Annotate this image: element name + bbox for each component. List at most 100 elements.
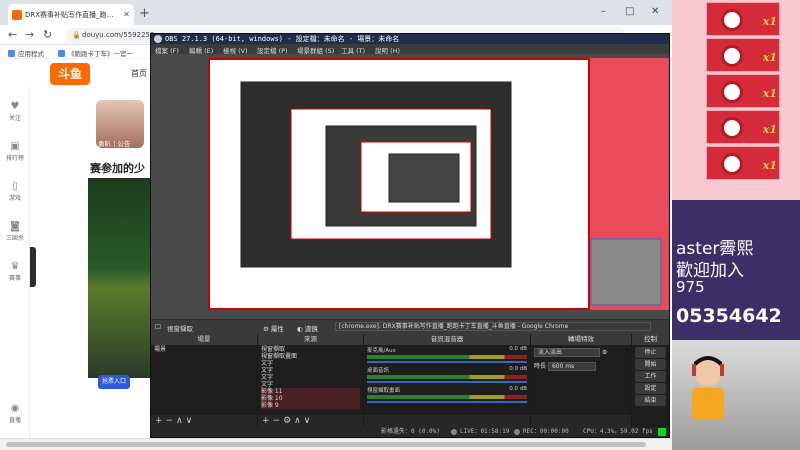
gamepad-icon: ◙: [10, 221, 20, 232]
volume-slider[interactable]: [367, 361, 527, 363]
window-select[interactable]: [chrome.exe]: DRX赛事补贴写作直播_跑跑卡丁车直播_斗鱼直播 -…: [335, 322, 651, 331]
gift-badge: x1: [706, 74, 780, 108]
sidebar-item-follow[interactable]: ♥ 关注: [0, 101, 30, 122]
duration-input[interactable]: 600 ms: [547, 362, 596, 371]
horizontal-scrollbar[interactable]: [0, 438, 672, 450]
address-text: douyu.com/5592259: [82, 31, 155, 39]
volume-slider[interactable]: [367, 381, 527, 383]
source-item[interactable]: 文字: [261, 367, 360, 374]
douyu-logo[interactable]: 斗鱼: [50, 63, 90, 85]
mixer-channel-name: 視窗擷取畫面: [367, 388, 401, 394]
maximize-button[interactable]: □: [625, 6, 634, 17]
sidebar-item-games[interactable]: ▯ 游戏: [0, 181, 30, 202]
properties-button[interactable]: ⚙ 屬性: [263, 323, 284, 333]
source-item[interactable]: 文字: [261, 360, 360, 367]
streamer-name: 勇叭 | 公告: [98, 140, 131, 148]
tab-title: DRX赛事补贴写作直播_跑跑卡丁车直播_斗鱼直播: [25, 10, 121, 19]
transitions-dock: 轉場特效 淡入淡出 ⚙ 時長 600 ms: [531, 334, 632, 427]
gift-heart-icon: [721, 81, 743, 103]
minimize-button[interactable]: –: [601, 6, 606, 17]
gift-count: x1: [762, 51, 777, 64]
controls-dock: 控制 停止 開始 工作 設定 結束: [632, 334, 669, 427]
control-button[interactable]: 結束: [635, 395, 666, 406]
source-item[interactable]: 影像 9: [261, 402, 360, 409]
bookmark-kart[interactable]: 《跑跑卡丁车》一官一: [58, 48, 133, 58]
gift-stack: x1 x1 x1 x1 x1: [672, 0, 800, 200]
cpu-fps: CPU：4.3%，59.02 fps: [583, 428, 653, 435]
scenes-dock-title: 場景: [151, 334, 257, 345]
control-button[interactable]: 停止: [635, 347, 666, 358]
obs-title: OBS 27.1.3 (64-bit, windows) - 設定檔：未命名 -…: [165, 35, 400, 43]
source-item[interactable]: 視窗擷取: [261, 346, 360, 353]
phone-icon: ▯: [12, 181, 18, 192]
sources-dock-controls[interactable]: +−⚙∧∨: [258, 415, 363, 427]
sidebar-collapse-handle[interactable]: [30, 247, 36, 287]
mixer-channel-db: 0.0 dB: [509, 346, 527, 352]
gift-badge: x1: [706, 146, 780, 180]
obs-menubar: 檔案 (F) 編輯 (E) 檢視 (V) 設定檔 (P) 場景群組 (S) 工具…: [151, 44, 669, 55]
source-item[interactable]: 文字: [261, 374, 360, 381]
reload-icon[interactable]: ↻: [43, 28, 52, 41]
sources-dock-title: 來源: [258, 334, 363, 345]
gift-count: x1: [762, 15, 777, 28]
volume-slider[interactable]: [367, 401, 527, 403]
transition-select[interactable]: 淡入淡出: [534, 348, 600, 357]
source-item[interactable]: 文字: [261, 381, 360, 388]
sources-dock: 來源 視窗擷取 視窗擷取畫面 文字 文字 文字 文字 影像 11 影像 10 影像 9 +−⚙∧…: [258, 334, 364, 427]
douyu-favicon-icon: [12, 9, 22, 20]
forward-icon[interactable]: →: [25, 28, 34, 41]
sidebar-item-events[interactable]: ♛ 赛事: [0, 261, 30, 282]
sidebar-item-sanguosha[interactable]: ◙ 三国杀: [0, 221, 30, 242]
volume-meter: [367, 395, 527, 399]
sidebar-item-ranking[interactable]: ▣ 排行榜: [0, 141, 30, 162]
nested-webcam-source[interactable]: [590, 238, 662, 306]
cup-icon: ♛: [10, 261, 20, 272]
mixer-channel: 視窗擷取畫面 0.0 dB: [367, 386, 527, 403]
douyu-home-link[interactable]: 首页: [131, 68, 147, 79]
gift-count: x1: [762, 159, 777, 172]
transitions-dock-title: 轉場特效: [531, 334, 631, 345]
stream-player[interactable]: [88, 178, 150, 378]
live-indicator-icon: [451, 429, 457, 435]
mixer-dock-title: 音訊混音器: [364, 334, 530, 345]
control-button[interactable]: 工作: [635, 371, 666, 382]
obs-docks: 場景 場景 +−∧∨ 來源 視窗擷取 視窗擷取畫面 文字 文字 文字 文字 影像 11 影像 …: [151, 334, 669, 427]
douyu-sidebar: ♥ 关注 ▣ 排行榜 ▯ 游戏 ◙ 三国杀 ♛ 赛事 ◉ 直播: [0, 87, 30, 450]
back-icon[interactable]: ←: [8, 28, 17, 41]
live-icon: ◉: [10, 403, 20, 414]
filters-button[interactable]: ◐ 濾鏡: [297, 323, 318, 333]
sidebar-item-live[interactable]: ◉ 直播: [0, 403, 30, 424]
browser-tab[interactable]: DRX赛事补贴写作直播_跑跑卡丁车直播_斗鱼直播 ✕: [8, 4, 134, 25]
gift-count: x1: [762, 87, 777, 100]
sources-list: 視窗擷取 視窗擷取畫面 文字 文字 文字 文字 影像 11 影像 10 影像 9: [258, 345, 363, 415]
source-item[interactable]: 視窗擷取畫面: [261, 353, 360, 360]
gear-icon[interactable]: ⚙: [602, 349, 607, 356]
desktop: DRX赛事补贴写作直播_跑跑卡丁车直播_斗鱼直播 ✕ + – □ ✕ ← → ↻…: [0, 0, 800, 450]
control-button[interactable]: 開始: [635, 359, 666, 370]
scrollbar-thumb[interactable]: [6, 442, 646, 447]
scene-item[interactable]: 場景: [154, 346, 254, 353]
obs-window: OBS 27.1.3 (64-bit, windows) - 設定檔：未命名 -…: [150, 33, 670, 438]
obs-preview[interactable]: [151, 54, 669, 319]
overlay-line-3: 975: [676, 278, 705, 296]
mixer-dock: 音訊混音器 麥克風/Aux 0.0 dB 桌面音訊 0.0 dB 視窗擷取畫面 0.0 d…: [364, 334, 531, 427]
controls-buttons: 停止 開始 工作 設定 結束: [632, 345, 669, 427]
selected-source-name: 視窗擷取: [167, 325, 193, 333]
player-action-button[interactable]: 抢票入口: [98, 375, 130, 389]
overlay-line-4: 05354642: [676, 305, 782, 327]
control-button[interactable]: 設定: [635, 383, 666, 394]
gift-heart-icon: [721, 153, 743, 175]
trophy-icon: ▣: [10, 141, 20, 152]
close-tab-icon[interactable]: ✕: [123, 10, 130, 19]
dropped-frames: 影格遺失：0 (0.0%): [381, 428, 440, 435]
mixer-channels: 麥克風/Aux 0.0 dB 桌面音訊 0.0 dB 視窗擷取畫面 0.0 dB: [364, 345, 530, 415]
nested-preview-frame: [388, 153, 460, 203]
close-window-button[interactable]: ✕: [651, 6, 659, 17]
source-item[interactable]: 影像 11: [261, 388, 360, 395]
bookmark-apps[interactable]: 应用程式: [8, 48, 44, 58]
source-item[interactable]: 影像 10: [261, 395, 360, 402]
gift-badge: x1: [706, 2, 780, 36]
new-tab-button[interactable]: +: [139, 6, 150, 21]
scenes-dock-controls[interactable]: +−∧∨: [151, 415, 257, 427]
mixer-channel-name: 桌面音訊: [367, 368, 390, 374]
